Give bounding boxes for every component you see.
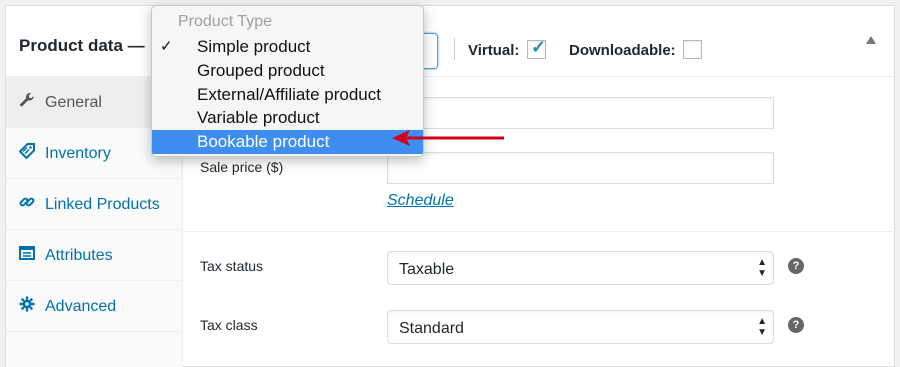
tab-advanced[interactable]: Advanced xyxy=(6,281,183,332)
checkmark-icon: ✓ xyxy=(160,38,173,55)
select-arrows-icon: ▲ ▼ xyxy=(757,316,767,338)
gear-icon xyxy=(19,296,35,312)
help-icon[interactable]: ? xyxy=(788,258,804,274)
tab-label: Inventory xyxy=(45,145,111,162)
tax-class-value: Standard xyxy=(399,320,464,337)
tab-label: Attributes xyxy=(45,247,113,264)
option-variable-product[interactable]: Variable product xyxy=(152,106,423,130)
section-divider xyxy=(184,231,895,232)
link-icon xyxy=(19,194,35,210)
option-label: External/Affiliate product xyxy=(197,85,381,104)
option-external-affiliate-product[interactable]: External/Affiliate product xyxy=(152,83,423,107)
schedule-link[interactable]: Schedule xyxy=(387,192,454,210)
list-icon xyxy=(19,245,35,261)
tax-class-label: Tax class xyxy=(200,317,258,333)
collapse-toggle-icon[interactable] xyxy=(866,36,876,44)
product-data-panel: Product data — Virtual: ✓ Downloadable: … xyxy=(5,5,895,367)
help-icon[interactable]: ? xyxy=(788,317,804,333)
checkmark-icon: ✓ xyxy=(531,37,547,57)
option-label: Grouped product xyxy=(197,61,325,80)
option-label: Simple product xyxy=(197,37,311,56)
tab-label: Advanced xyxy=(45,298,117,315)
tab-linked-products[interactable]: Linked Products xyxy=(6,179,183,230)
option-grouped-product[interactable]: Grouped product xyxy=(152,59,423,83)
tax-status-select[interactable]: Taxable ▲ ▼ xyxy=(387,251,774,285)
downloadable-label: Downloadable: xyxy=(569,42,676,59)
tax-class-select[interactable]: Standard ▲ ▼ xyxy=(387,310,774,344)
option-label: Bookable product xyxy=(197,132,330,151)
panel-title: Product data — xyxy=(19,36,145,55)
tax-status-label: Tax status xyxy=(200,258,264,274)
option-bookable-product[interactable]: Bookable product xyxy=(152,130,423,154)
panel-header: Product data — Virtual: ✓ Downloadable: xyxy=(6,6,894,77)
dropdown-group-label: Product Type xyxy=(178,13,272,30)
annotation-arrow-icon xyxy=(392,130,504,146)
header-divider xyxy=(454,38,455,60)
select-arrows-icon: ▲ ▼ xyxy=(757,257,767,279)
tab-attributes[interactable]: Attributes xyxy=(6,230,183,281)
option-label: Variable product xyxy=(197,108,320,127)
tab-label: General xyxy=(45,94,102,111)
sale-price-input[interactable] xyxy=(387,152,774,184)
downloadable-checkbox[interactable] xyxy=(683,40,702,59)
tax-status-value: Taxable xyxy=(399,261,455,278)
product-type-dropdown: Product Type ✓ Simple product Grouped pr… xyxy=(151,5,424,157)
wrench-icon xyxy=(19,92,35,108)
tab-label: Linked Products xyxy=(45,196,160,213)
tag-icon xyxy=(18,143,35,160)
regular-price-input[interactable] xyxy=(387,97,774,129)
option-simple-product[interactable]: ✓ Simple product xyxy=(152,35,423,59)
virtual-label: Virtual: xyxy=(468,42,520,59)
sale-price-label: Sale price ($) xyxy=(200,159,284,175)
virtual-checkbox[interactable]: ✓ xyxy=(527,37,547,59)
